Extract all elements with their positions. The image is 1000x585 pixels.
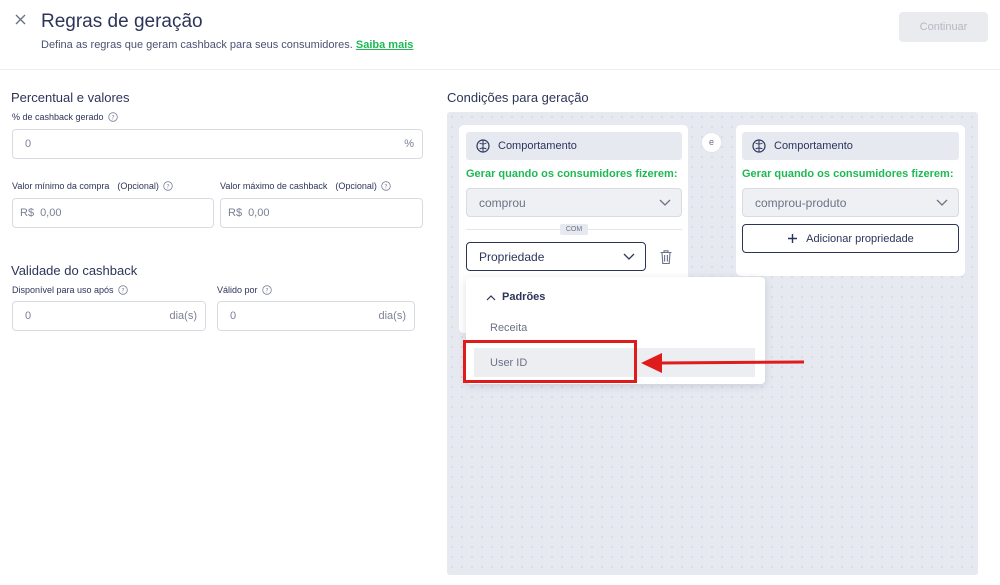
max-cashback-label: Valor máximo de cashback (Opcional) ?: [220, 181, 391, 191]
available-after-label-text: Disponível para uso após: [12, 285, 114, 295]
annotation-arrow-icon: [641, 353, 805, 373]
days-unit: dia(s): [378, 310, 406, 322]
min-purchase-optional: (Opcional): [117, 181, 159, 191]
svg-text:?: ?: [384, 183, 387, 190]
add-property-label: Adicionar propriedade: [806, 232, 914, 245]
dropdown-group-header[interactable]: Padrões: [486, 291, 545, 303]
valid-for-value: 0: [230, 310, 237, 322]
max-cashback-label-text: Valor máximo de cashback: [220, 181, 328, 191]
card2-action-select[interactable]: comprou-produto: [742, 188, 959, 217]
min-purchase-placeholder: 0,00: [40, 207, 62, 219]
cashback-percent-value: 0: [25, 138, 32, 150]
cashback-percent-label-text: % de cashback gerado: [12, 112, 104, 122]
svg-text:?: ?: [166, 183, 169, 190]
min-purchase-label-text: Valor mínimo da compra: [12, 181, 110, 191]
property-select-value: Propriedade: [479, 249, 545, 264]
continue-button[interactable]: Continuar: [899, 12, 988, 42]
card2-header-label: Comportamento: [774, 140, 853, 152]
validade-section-title: Validade do cashback: [11, 263, 138, 278]
valid-for-label-text: Válido por: [217, 285, 258, 295]
card1-action-select[interactable]: comprou: [466, 188, 682, 217]
annotation-highlight-box: [463, 340, 637, 383]
help-icon[interactable]: ?: [381, 181, 391, 191]
add-property-button[interactable]: Adicionar propriedade: [742, 224, 959, 253]
svg-text:?: ?: [265, 287, 268, 294]
min-purchase-label: Valor mínimo da compra (Opcional) ?: [12, 181, 173, 191]
available-after-input[interactable]: 0 dia(s): [12, 301, 206, 331]
behavior-icon: [752, 139, 766, 153]
behavior-icon: [476, 139, 490, 153]
header: Regras de geração Defina as regras que g…: [0, 0, 1000, 70]
card1-header: Comportamento: [466, 132, 682, 160]
available-after-label: Disponível para uso após ?: [12, 285, 128, 295]
card1-prompt: Gerar quando os consumidores fizerem:: [466, 168, 678, 180]
svg-text:?: ?: [111, 114, 114, 121]
cashback-percent-input[interactable]: 0 %: [12, 129, 423, 159]
help-icon[interactable]: ?: [261, 285, 272, 295]
card2-prompt: Gerar quando os consumidores fizerem:: [742, 168, 954, 180]
card2-action-value: comprou-produto: [755, 195, 847, 210]
plus-icon: [788, 234, 798, 243]
min-purchase-input[interactable]: R$ 0,00: [12, 198, 214, 228]
valid-for-input[interactable]: 0 dia(s): [217, 301, 415, 331]
dropdown-item-receita[interactable]: Receita: [474, 317, 755, 339]
help-icon[interactable]: ?: [107, 112, 118, 122]
conditions-section-title: Condições para geração: [447, 90, 589, 105]
cashback-percent-label: % de cashback gerado ?: [12, 112, 118, 122]
percentual-section-title: Percentual e valores: [11, 90, 130, 105]
percent-suffix: %: [404, 138, 414, 150]
chevron-down-icon: [623, 253, 635, 260]
available-after-value: 0: [25, 310, 32, 322]
chevron-down-icon: [659, 199, 671, 206]
trash-icon[interactable]: [659, 249, 673, 265]
days-unit: dia(s): [169, 310, 197, 322]
currency-prefix: R$: [228, 207, 243, 219]
help-icon[interactable]: ?: [117, 285, 128, 295]
property-select[interactable]: Propriedade: [466, 242, 646, 271]
subtitle-text: Defina as regras que geram cashback para…: [41, 39, 353, 51]
chevron-down-icon: [936, 199, 948, 206]
page-subtitle: Defina as regras que geram cashback para…: [41, 39, 413, 51]
and-connector: e: [701, 132, 722, 153]
card1-action-value: comprou: [479, 195, 526, 210]
max-cashback-placeholder: 0,00: [248, 207, 270, 219]
dropdown-group-label: Padrões: [502, 291, 546, 303]
currency-prefix: R$: [20, 207, 35, 219]
card1-header-label: Comportamento: [498, 140, 577, 152]
help-icon[interactable]: ?: [163, 181, 173, 191]
valid-for-label: Válido por ?: [217, 285, 272, 295]
card2-header: Comportamento: [742, 132, 959, 160]
max-cashback-optional: (Opcional): [335, 181, 377, 191]
page-title: Regras de geração: [41, 11, 203, 32]
close-icon[interactable]: [13, 12, 29, 28]
saiba-mais-link[interactable]: Saiba mais: [356, 39, 413, 51]
max-cashback-input[interactable]: R$ 0,00: [220, 198, 423, 228]
com-badge: COM: [560, 224, 588, 235]
svg-text:?: ?: [121, 287, 124, 294]
chevron-up-icon: [486, 294, 496, 300]
